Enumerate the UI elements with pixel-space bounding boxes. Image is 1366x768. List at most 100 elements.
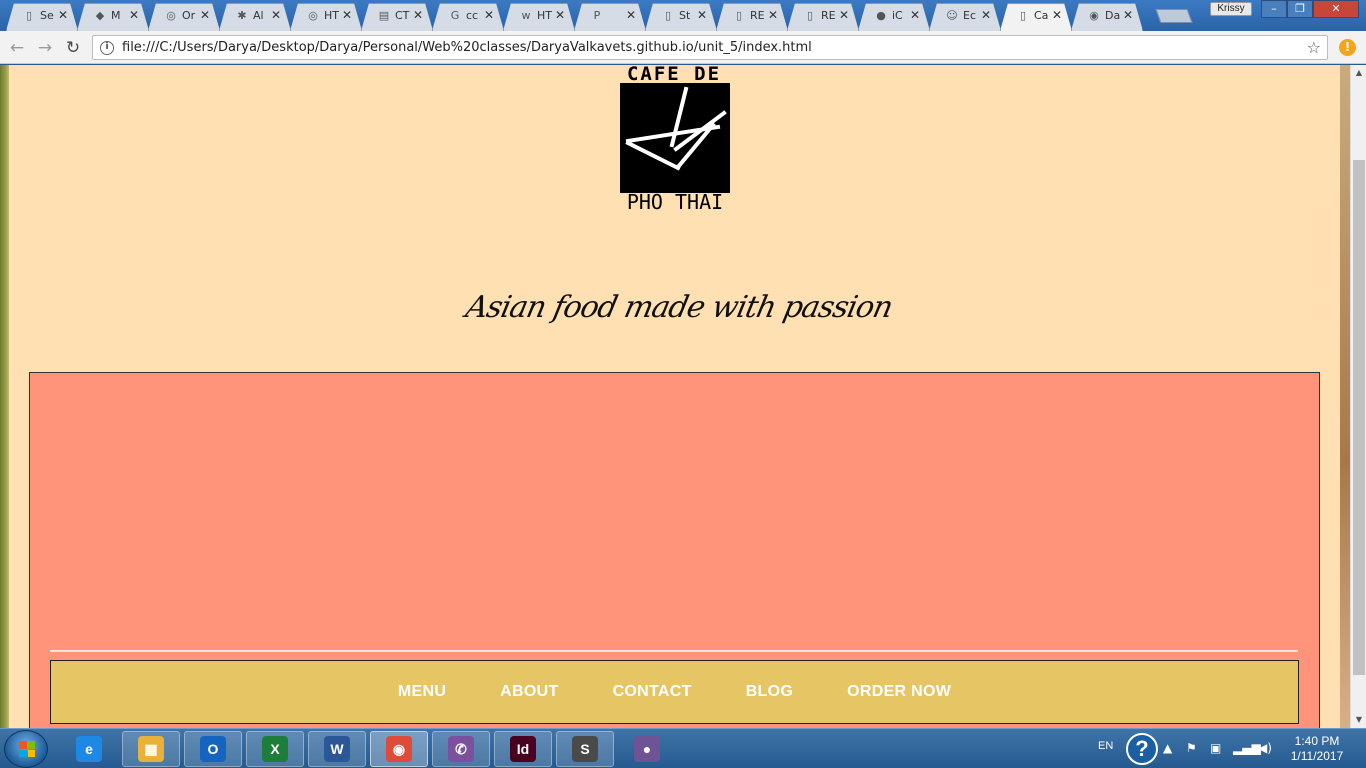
sublime-text-icon: S: [572, 736, 598, 762]
new-tab-button[interactable]: [1155, 9, 1193, 23]
language-indicator[interactable]: EN: [1098, 740, 1113, 752]
doc-icon: ▤: [378, 9, 390, 22]
close-tab-icon[interactable]: ✕: [1123, 8, 1133, 22]
maximize-icon[interactable]: ❐: [1287, 0, 1313, 18]
nav-link-about[interactable]: ABOUT: [500, 683, 558, 701]
clock-time: 1:40 PM: [1294, 734, 1340, 748]
close-tab-icon[interactable]: ✕: [342, 8, 352, 22]
taskbar-word[interactable]: W: [308, 731, 366, 767]
taskbar-chrome[interactable]: ◉: [370, 731, 428, 767]
browser-tab[interactable]: ◉ Da ✕: [1071, 3, 1143, 31]
tab-title: Or: [182, 9, 196, 22]
close-tab-icon[interactable]: ✕: [981, 8, 991, 22]
browser-tab[interactable]: ▯ RE ✕: [787, 3, 859, 31]
taskbar-file-explorer[interactable]: ▦: [122, 731, 180, 767]
address-bar[interactable]: i file:///C:/Users/Darya/Desktop/Darya/P…: [92, 35, 1328, 60]
forward-button[interactable]: →: [34, 37, 56, 59]
browser-tab[interactable]: Gcc ✕: [432, 3, 504, 31]
pandora-icon: P: [593, 9, 601, 22]
taskbar-indesign[interactable]: Id: [494, 731, 552, 767]
close-tab-icon[interactable]: ✕: [697, 8, 707, 22]
close-tab-icon[interactable]: ✕: [129, 8, 139, 22]
scroll-up-icon[interactable]: ▲: [1351, 65, 1366, 81]
taskbar-outlook[interactable]: O: [184, 731, 242, 767]
nav-link-menu[interactable]: MENU: [398, 683, 446, 701]
browser-tab[interactable]: ◎ Or ✕: [148, 3, 220, 31]
device-icon[interactable]: ▣: [1210, 741, 1221, 755]
url-text[interactable]: file:///C:/Users/Darya/Desktop/Darya/Per…: [122, 40, 812, 55]
reload-button[interactable]: ↻: [62, 37, 84, 59]
browser-tab[interactable]: ● iC ✕: [858, 3, 930, 31]
close-tab-icon[interactable]: ✕: [484, 8, 494, 22]
divider: [50, 650, 1298, 652]
volume-icon[interactable]: ◀): [1258, 741, 1272, 755]
github-desktop-icon: ●: [634, 736, 660, 762]
back-button[interactable]: ←: [6, 37, 28, 59]
scroll-down-icon[interactable]: ▼: [1351, 712, 1366, 728]
asterisk-icon: ✱: [237, 9, 247, 22]
page-body: CAFE DE PHO THAI Asian food made with pa…: [9, 65, 1340, 728]
browser-menu-alert-icon[interactable]: !: [1339, 39, 1356, 56]
brick-icon: ◆: [95, 9, 105, 22]
browser-tab[interactable]: P ✕: [574, 3, 646, 31]
browser-tab[interactable]: ☺ Ec ✕: [929, 3, 1001, 31]
minimize-icon[interactable]: –: [1261, 0, 1287, 18]
bookmark-star-icon[interactable]: ☆: [1307, 38, 1321, 57]
tab-title: Da: [1105, 9, 1121, 22]
info-icon[interactable]: i: [100, 41, 114, 55]
close-tab-icon[interactable]: ✕: [271, 8, 281, 22]
taskbar-viber[interactable]: ✆: [432, 731, 490, 767]
browser-tab[interactable]: ✱ Al ✕: [219, 3, 291, 31]
close-tab-icon[interactable]: ✕: [1052, 8, 1062, 22]
indesign-icon: Id: [510, 736, 536, 762]
page-icon: ▯: [735, 9, 743, 22]
close-window-icon[interactable]: ✕: [1313, 0, 1359, 18]
chopsticks-bowl-logo: [620, 83, 730, 193]
tab-title: Al: [253, 9, 264, 22]
browser-tab[interactable]: w HT ✕: [503, 3, 575, 31]
nav-link-blog[interactable]: BLOG: [746, 683, 793, 701]
browser-tab[interactable]: ◎ HT ✕: [290, 3, 362, 31]
tab-title: RE: [821, 9, 836, 22]
browser-tab[interactable]: ▤ CT ✕: [361, 3, 433, 31]
browser-tab[interactable]: ▯ Se ✕: [6, 3, 78, 31]
close-tab-icon[interactable]: ✕: [626, 8, 636, 22]
network-signal-icon[interactable]: ▂▄▆: [1233, 741, 1261, 755]
close-tab-icon[interactable]: ✕: [555, 8, 565, 22]
system-clock[interactable]: 1:40 PM 1/11/2017: [1282, 734, 1352, 764]
close-tab-icon[interactable]: ✕: [200, 8, 210, 22]
internet-explorer-icon: e: [76, 736, 102, 762]
nav-link-order-now[interactable]: ORDER NOW: [847, 683, 951, 701]
action-center-flag-icon[interactable]: ⚑: [1186, 741, 1197, 755]
page-icon: ▯: [664, 9, 672, 22]
browser-tab[interactable]: ▯ Ca ✕: [1000, 3, 1072, 31]
taskbar-github-desktop[interactable]: ●: [618, 731, 676, 767]
taskbar-internet-explorer[interactable]: e: [60, 731, 118, 767]
close-tab-icon[interactable]: ✕: [768, 8, 778, 22]
viber-icon: ✆: [448, 736, 474, 762]
windows-logo-icon: [19, 741, 35, 757]
ga-icon: ◎: [166, 9, 176, 22]
help-icon[interactable]: ?: [1126, 733, 1158, 765]
taskbar-sublime-text[interactable]: S: [556, 731, 614, 767]
browser-tab[interactable]: ◆ M ✕: [77, 3, 149, 31]
close-tab-icon[interactable]: ✕: [58, 8, 68, 22]
vertical-scrollbar[interactable]: ▲ ▼: [1350, 65, 1366, 728]
word-icon: W: [324, 736, 350, 762]
close-tab-icon[interactable]: ✕: [839, 8, 849, 22]
w3-icon: w: [521, 9, 531, 22]
browser-tab[interactable]: ▯ RE ✕: [716, 3, 788, 31]
tab-title: RE: [750, 9, 765, 22]
taskbar-excel[interactable]: X: [246, 731, 304, 767]
nav-link-contact[interactable]: CONTACT: [613, 683, 692, 701]
profile-button[interactable]: Krissy: [1210, 2, 1252, 16]
close-tab-icon[interactable]: ✕: [910, 8, 920, 22]
tab-title: St: [679, 9, 691, 22]
start-button[interactable]: [4, 730, 48, 768]
tab-strip: ▯ Se ✕ ◆ M ✕ ◎ Or ✕ ✱ Al ✕ ◎ HT ✕ ▤ CT ✕ Gcc ✕ w HT ✕ P ✕ ▯ St ✕ ▯ RE…: [0, 0, 1366, 31]
browser-tab[interactable]: ▯ St ✕: [645, 3, 717, 31]
scroll-thumb[interactable]: [1353, 160, 1365, 675]
background-image-strip: [1340, 65, 1350, 728]
close-tab-icon[interactable]: ✕: [413, 8, 423, 22]
show-hidden-icons-icon[interactable]: ▲: [1163, 741, 1172, 755]
